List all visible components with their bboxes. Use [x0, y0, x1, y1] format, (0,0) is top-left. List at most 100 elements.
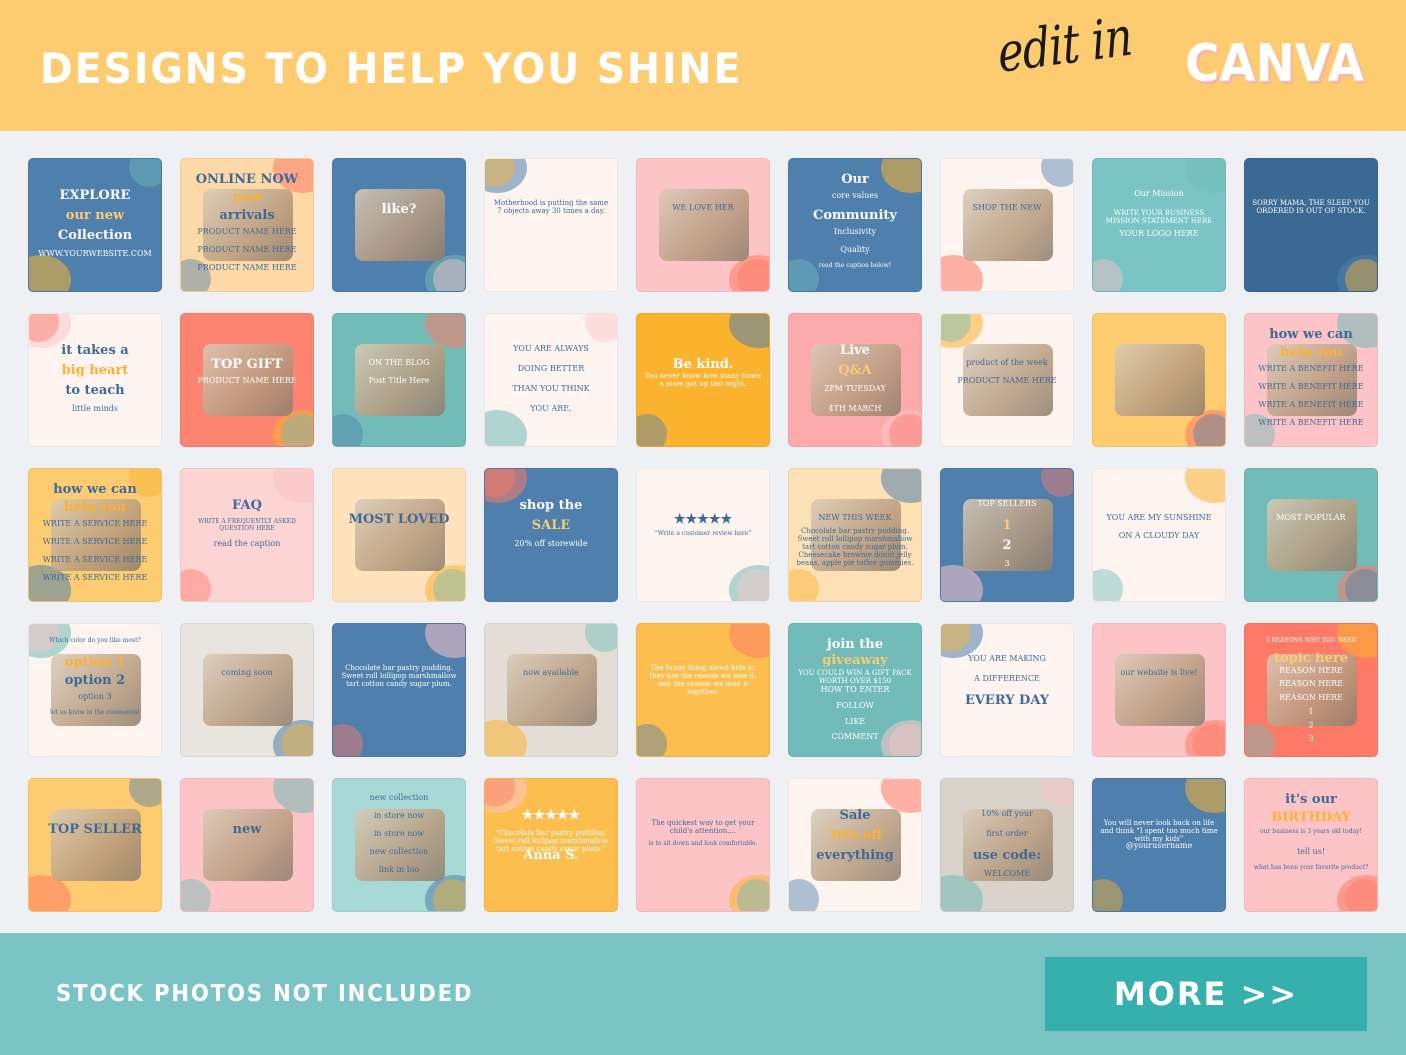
- template-text: PRODUCT NAME HERE: [197, 263, 297, 272]
- more-button[interactable]: MORE >>: [1045, 957, 1367, 1031]
- decor-blob: [789, 879, 819, 911]
- template-text: SALE: [531, 518, 571, 533]
- template-first-order[interactable]: 10% off your first order use code: WELCOME: [940, 778, 1074, 912]
- template-most-loved[interactable]: MOST LOVED: [332, 468, 466, 602]
- decor-blob: [1193, 414, 1225, 446]
- template-coming-soon[interactable]: coming soon: [180, 623, 314, 757]
- decor-blob: [881, 779, 921, 813]
- template-text: MOST LOVED: [348, 512, 450, 527]
- template-sale-30-off[interactable]: Sale 30% off everything: [788, 778, 922, 912]
- template-new-arrivals[interactable]: ONLINE NOW new arrivals PRODUCT NAME HERE PR…: [180, 158, 314, 292]
- template-doing-better[interactable]: YOU ARE ALWAYS DOING BETTER THAN YOU THINK…: [484, 313, 618, 447]
- template-text: 10% off your: [981, 809, 1033, 818]
- template-banner-quote[interactable]: Chocolate bar pastry pudding. Sweet roll…: [332, 623, 466, 757]
- template-text: option 2: [64, 673, 126, 688]
- template-text: ★★★★★: [521, 808, 581, 823]
- template-text: WRITE A BENEFIT HERE: [1258, 418, 1364, 427]
- template-sale-storewide[interactable]: shop the SALE 20% off storewide: [484, 468, 618, 602]
- template-text: REASON HERE: [1279, 679, 1343, 689]
- decor-blob: [1041, 469, 1073, 497]
- template-text: A DIFFERENCE: [974, 674, 1040, 683]
- template-most-popular[interactable]: MOST POPULAR: [1244, 468, 1378, 602]
- template-text: new: [232, 190, 262, 205]
- template-new-this-week[interactable]: NEW THIS WEEK Chocolate bar pastry puddin…: [788, 468, 922, 602]
- template-big-heart[interactable]: it takes a big heart to teach little minds: [28, 313, 162, 447]
- template-text: REASON HERE: [1279, 665, 1343, 675]
- template-top-seller[interactable]: TOP SELLER: [28, 778, 162, 912]
- template-shop-the-new[interactable]: SHOP THE NEW: [940, 158, 1074, 292]
- template-text: YOU ARE ALWAYS: [513, 344, 589, 353]
- template-how-we-can-help-services[interactable]: how we can help you WRITE A SERVICE HERE WR…: [28, 468, 162, 602]
- template-sorry-mama[interactable]: SORRY MAMA, THE SLEEP YOU ORDERED IS OUT…: [1244, 158, 1378, 292]
- template-text: The funny thing about kids is, they are …: [649, 664, 757, 697]
- template-quickest-way[interactable]: The quickest way to get your child's att…: [636, 778, 770, 912]
- template-now-available[interactable]: now available: [484, 623, 618, 757]
- template-new-toys[interactable]: new: [180, 778, 314, 912]
- template-funny-thing[interactable]: The funny thing about kids is, they are …: [636, 623, 770, 757]
- template-text: WRITE A BENEFIT HERE: [1258, 364, 1364, 373]
- template-birthday[interactable]: it's our BIRTHDAY our business is 3 years …: [1244, 778, 1378, 912]
- photo-placeholder: [203, 809, 293, 881]
- template-giveaway[interactable]: join the giveaway YOU COULD WIN A GIFT PAC…: [788, 623, 922, 757]
- template-live-qa[interactable]: Live Q&A 2PM TUESDAY 4TH MARCH: [788, 313, 922, 447]
- template-top-gift[interactable]: TOP GIFT PRODUCT NAME HERE: [180, 313, 314, 447]
- template-anna-review[interactable]: ★★★★★ “Chocolate bar pastry pudding. Swee…: [484, 778, 618, 912]
- decor-blob: [433, 259, 465, 291]
- template-text: big heart: [61, 363, 129, 378]
- template-text: tell us!: [1296, 847, 1326, 856]
- template-website-live[interactable]: our website is live!: [1092, 623, 1226, 757]
- template-text: Our Mission: [1134, 189, 1184, 198]
- template-text: YOU ARE MY SUNSHINE: [1106, 513, 1212, 522]
- template-core-values[interactable]: Our core values Community Inclusivity Qualit…: [788, 158, 922, 292]
- template-text: WRITE YOUR BUSINESS MISSION STATEMENT HE…: [1105, 209, 1213, 226]
- template-text: You will never look back on life and thi…: [1100, 819, 1218, 844]
- template-text: ON A CLOUDY DAY: [1118, 531, 1200, 540]
- template-text: FOLLOW: [836, 700, 874, 710]
- decor-blob: [485, 410, 527, 446]
- template-text: 20% off storewide: [514, 539, 588, 548]
- template-text: product of the week: [966, 358, 1048, 367]
- template-like[interactable]: like?: [332, 158, 466, 292]
- template-how-we-can-help-benefits[interactable]: how we can help you WRITE A BENEFIT HERE WR…: [1244, 313, 1378, 447]
- template-customer-review[interactable]: ★★★★★ “Write a customer review here”: [636, 468, 770, 602]
- photo-placeholder: [355, 499, 445, 571]
- template-text: The quickest way to get your child's att…: [651, 819, 755, 836]
- template-faq[interactable]: FAQ WRITE A FREQUENTLY ASKED QUESTION HER…: [180, 468, 314, 602]
- template-on-the-blog[interactable]: ON THE BLOG Post Title Here: [332, 313, 466, 447]
- template-we-love-her[interactable]: WE LOVE HER: [636, 158, 770, 292]
- template-text: DOING BETTER: [517, 364, 585, 373]
- template-explore-new-collection[interactable]: EXPLORE our new Collection WWW.YOURWEBSITE.…: [28, 158, 162, 292]
- template-text: TOP SELLERS: [977, 499, 1037, 508]
- template-text: NEW THIS WEEK: [818, 513, 892, 522]
- template-new-collection[interactable]: new collection in store now in store now ne…: [332, 778, 466, 912]
- template-text: Anna S.: [523, 848, 579, 863]
- template-text: read the caption: [213, 539, 281, 548]
- template-top-sellers[interactable]: TOP SELLERS 1 2 3: [940, 468, 1074, 602]
- template-product-of-the-week[interactable]: product of the week PRODUCT NAME HERE: [940, 313, 1074, 447]
- template-text: WRITE A BENEFIT HERE: [1258, 400, 1364, 409]
- template-motherhood-quote[interactable]: Motherhood is putting the same 7 objects…: [484, 158, 618, 292]
- template-which-color[interactable]: Which color do you like most? option 1 opt…: [28, 623, 162, 757]
- template-text: WE LOVE HER: [672, 203, 734, 212]
- template-text: what has been your favorite product?: [1253, 864, 1369, 871]
- template-three-reasons[interactable]: 3 REASONS WHY YOU NEED topic here REASON H…: [1244, 623, 1378, 757]
- headline: DESIGNS TO HELP YOU SHINE: [40, 44, 743, 93]
- template-sunshine[interactable]: YOU ARE MY SUNSHINE ON A CLOUDY DAY: [1092, 468, 1226, 602]
- template-text: WRITE A BENEFIT HERE: [1258, 382, 1364, 391]
- template-text: use code:: [972, 848, 1042, 863]
- template-text: YOU ARE.: [530, 404, 572, 413]
- decor-blob: [1185, 159, 1225, 193]
- template-text: @yourusername: [1125, 841, 1193, 850]
- template-text: TOP GIFT: [211, 357, 283, 372]
- decor-blob: [729, 314, 769, 348]
- template-be-kind[interactable]: Be kind. You never know how many times a …: [636, 313, 770, 447]
- template-never-look-back[interactable]: You will never look back on life and thi…: [1092, 778, 1226, 912]
- template-stacking-toy[interactable]: [1092, 313, 1226, 447]
- template-our-mission[interactable]: Our Mission WRITE YOUR BUSINESS MISSION S…: [1092, 158, 1226, 292]
- template-making-a-difference[interactable]: YOU ARE MAKING A DIFFERENCE EVERY DAY: [940, 623, 1074, 757]
- template-text: Inclusivity: [834, 227, 876, 236]
- template-text: our website is live!: [1120, 668, 1198, 677]
- template-text: help you: [1280, 345, 1342, 360]
- header-banner: DESIGNS TO HELP YOU SHINE edit in CANVA: [0, 0, 1406, 131]
- decor-blob: [637, 414, 667, 446]
